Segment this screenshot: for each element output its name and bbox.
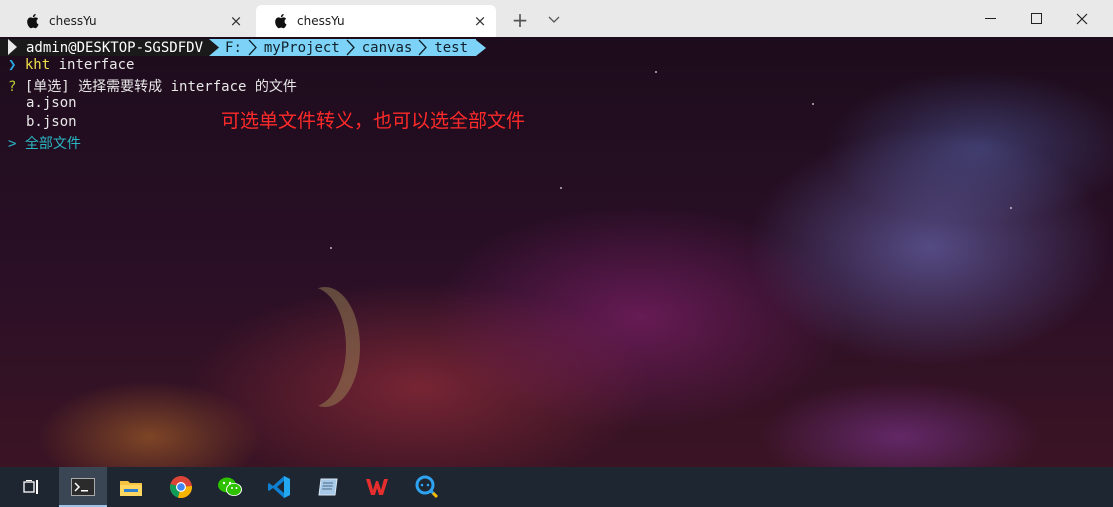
tab-2-title: chessYu [297, 14, 345, 28]
path-segment-test: test [428, 39, 475, 56]
apple-icon [27, 13, 39, 29]
star [812, 103, 814, 105]
chevron-down-icon[interactable] [543, 8, 565, 32]
window-close-icon[interactable] [1059, 0, 1105, 37]
tab-2[interactable]: chessYu × [256, 5, 496, 37]
option-item[interactable]: b.json [26, 114, 77, 130]
terminal-pane[interactable]: admin@DESKTOP-SGSDFDV F: myProject canva… [0, 37, 1113, 467]
star [1010, 207, 1012, 209]
vscode-icon[interactable] [255, 467, 303, 507]
title-bar: chessYu × chessYu × + [0, 0, 1113, 37]
maximize-icon[interactable] [1013, 0, 1059, 37]
minimize-icon[interactable] [967, 0, 1013, 37]
prompt-path: F: myProject canvas test [209, 39, 477, 56]
question-line: ? [单选] 选择需要转成 interface 的文件 [8, 76, 297, 96]
annotation-text: 可选单文件转义，也可以选全部文件 [221, 110, 526, 132]
tab-1-close-icon[interactable]: × [222, 7, 250, 35]
new-tab-button[interactable]: + [508, 8, 532, 32]
question-text: [单选] 选择需要转成 interface 的文件 [16, 79, 297, 95]
notes-app-icon[interactable] [304, 467, 352, 507]
apple-icon [275, 13, 287, 29]
file-explorer-icon[interactable] [107, 467, 155, 507]
moon-background-art [290, 287, 360, 407]
tab-1-title: chessYu [49, 14, 97, 28]
path-separator-icon [248, 39, 257, 56]
task-view-icon[interactable] [8, 467, 56, 507]
path-separator-icon [418, 39, 428, 56]
path-segment-drive: F: [219, 39, 248, 56]
option-selected[interactable]: > 全部文件 [8, 133, 81, 153]
star [560, 187, 562, 189]
option-item[interactable]: a.json [26, 95, 77, 111]
wechat-icon[interactable] [206, 467, 254, 507]
path-separator-icon [346, 39, 355, 56]
tab-1[interactable]: chessYu × [8, 5, 252, 37]
tab-2-close-icon[interactable]: × [466, 7, 494, 35]
chrome-icon[interactable] [157, 467, 205, 507]
star [655, 71, 657, 73]
command-name: kht [24, 57, 51, 73]
prompt-line: admin@DESKTOP-SGSDFDV F: myProject canva… [0, 39, 487, 56]
selected-option-label: 全部文件 [16, 136, 81, 152]
star [330, 247, 332, 249]
command-argument: interface [50, 57, 135, 73]
taskbar [0, 467, 1113, 507]
path-segment-canvas: canvas [355, 39, 419, 56]
command-line: ❯ kht interface [8, 57, 134, 73]
wps-icon[interactable] [353, 467, 401, 507]
terminal-icon[interactable] [59, 467, 107, 507]
powerline-end-icon [476, 39, 487, 56]
path-segment-myproject: myProject [257, 39, 346, 56]
prompt-chevron: ❯ [8, 57, 17, 73]
prompt-user: admin@DESKTOP-SGSDFDV [0, 39, 210, 56]
search-app-icon[interactable] [402, 467, 450, 507]
powerline-separator-icon [209, 39, 220, 56]
